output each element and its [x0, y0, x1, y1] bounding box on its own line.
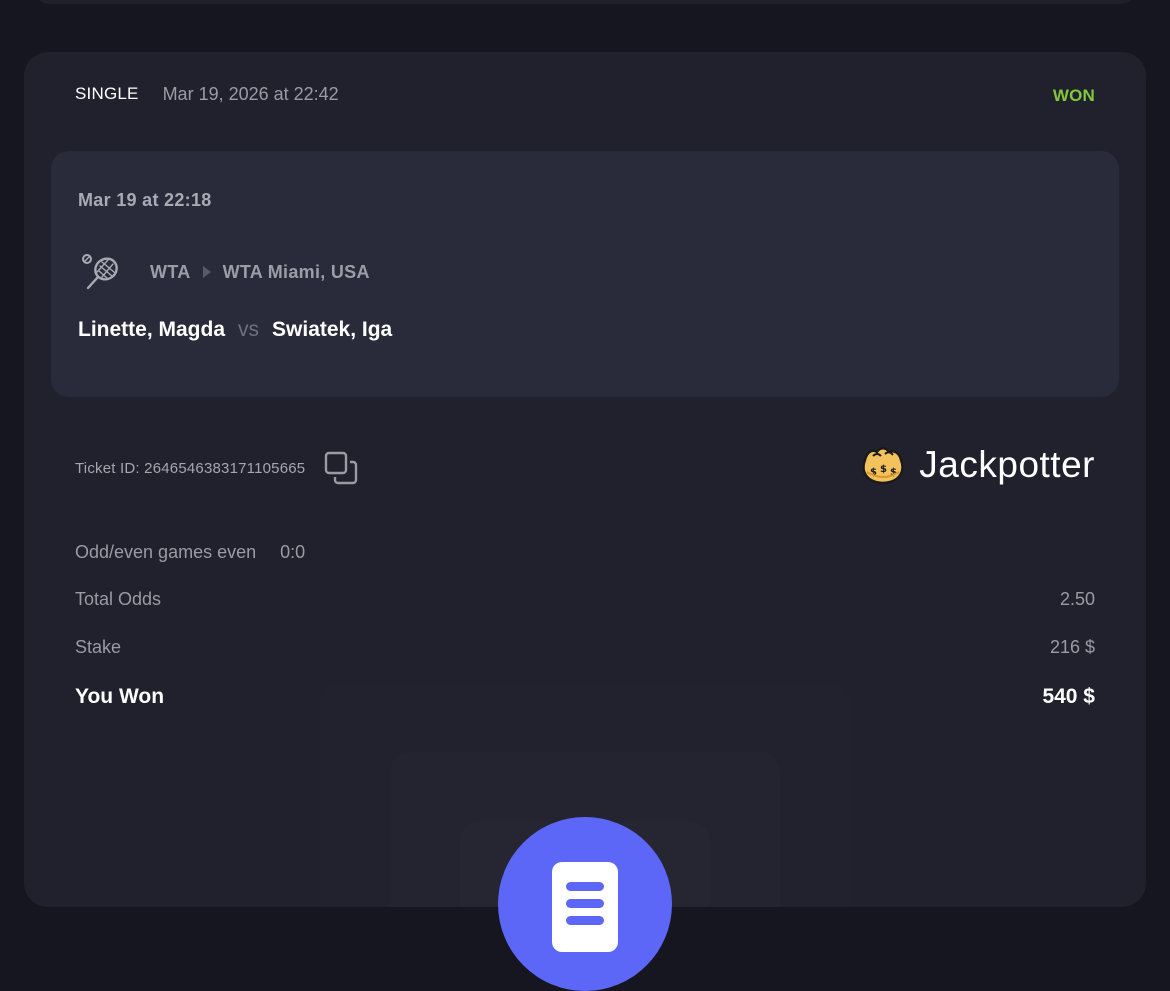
- vs-label: vs: [238, 318, 260, 341]
- bet-slip-icon: [552, 862, 618, 952]
- winnings-label: You Won: [75, 685, 165, 708]
- bet-slip-icon-line: [566, 899, 604, 908]
- jackpot-bag-icon: $ $ $: [862, 447, 904, 485]
- event-card[interactable]: Mar 19 at 22:18 WTA WTA Miami, USA Linet…: [51, 151, 1119, 397]
- market-score: 0:0: [280, 542, 306, 562]
- copy-icon[interactable]: [323, 450, 359, 486]
- event-start-time: Mar 19 at 22:18: [78, 190, 212, 210]
- stake-row: Stake 216 $: [75, 637, 1095, 658]
- bet-type: SINGLE: [75, 84, 139, 103]
- ticket-id-row: Ticket ID: 2646546383171105665: [75, 450, 359, 486]
- total-odds-value: 2.50: [1059, 589, 1095, 609]
- brand-name: Jackpotter: [919, 444, 1095, 485]
- event-breadcrumb: WTA WTA Miami, USA: [78, 252, 370, 292]
- league-name[interactable]: WTA: [150, 262, 191, 283]
- ticket-header: SINGLE Mar 19, 2026 at 22:42 WON: [75, 79, 1095, 109]
- previous-ticket-card: [32, 0, 1138, 4]
- ticket-id: Ticket ID: 2646546383171105665: [75, 459, 306, 477]
- bet-slip-icon-line: [566, 882, 604, 891]
- away-team: Swiatek, Iga: [272, 318, 393, 341]
- tennis-racket-icon: [82, 254, 118, 290]
- market-label: Odd/even games even: [75, 542, 257, 562]
- bet-placed-date: Mar 19, 2026 at 22:42: [162, 83, 339, 104]
- brand: $ $ $ Jackpotter: [859, 442, 1095, 488]
- home-team: Linette, Magda: [78, 318, 226, 341]
- svg-text:$: $: [880, 464, 887, 475]
- total-odds-label: Total Odds: [75, 589, 162, 609]
- bet-slip-button[interactable]: [498, 817, 672, 991]
- stake-label: Stake: [75, 637, 122, 657]
- bet-ticket-card: SINGLE Mar 19, 2026 at 22:42 WON Mar 19 …: [24, 52, 1146, 907]
- winnings-row: You Won 540 $: [75, 685, 1095, 709]
- status-badge: WON: [1052, 86, 1095, 105]
- tournament-name[interactable]: WTA Miami, USA: [223, 262, 370, 283]
- market-row: Odd/even games even 0:0: [75, 542, 1095, 563]
- winnings-value: 540 $: [1042, 685, 1095, 708]
- bet-slip-icon-line: [566, 916, 604, 925]
- total-odds-row: Total Odds 2.50: [75, 589, 1095, 610]
- chevron-right-icon: [202, 266, 211, 278]
- stake-value: 216 $: [1049, 637, 1095, 657]
- event-teams: Linette, Magda vs Swiatek, Iga: [78, 318, 392, 342]
